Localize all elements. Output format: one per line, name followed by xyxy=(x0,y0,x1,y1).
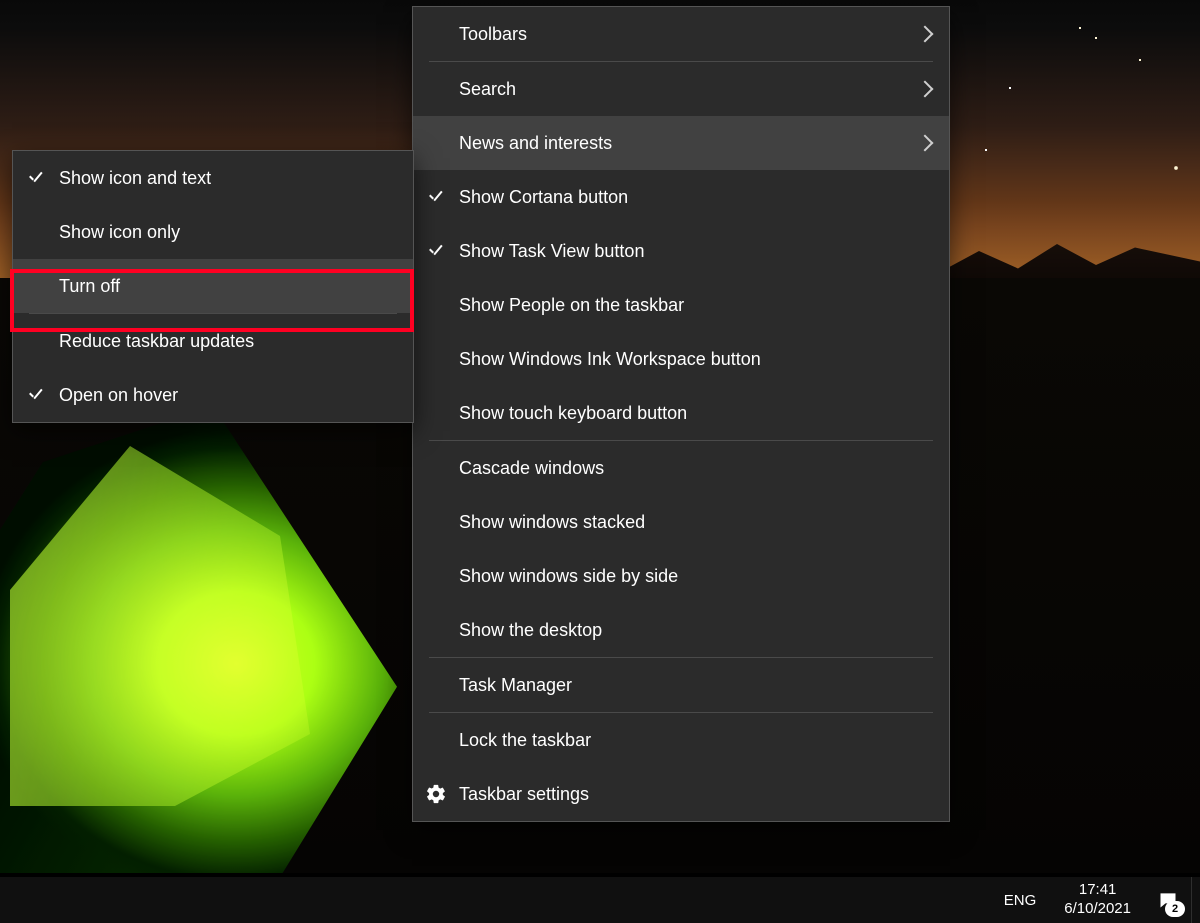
menu-item-label: Search xyxy=(459,79,516,100)
menu-item-toolbars[interactable]: Toolbars xyxy=(413,7,949,61)
submenu-item-turn-off[interactable]: Turn off xyxy=(13,259,413,313)
submenu-item-show-icon-only[interactable]: Show icon only xyxy=(13,205,413,259)
chevron-right-icon xyxy=(917,135,934,152)
menu-item-label: Show windows side by side xyxy=(459,566,678,587)
menu-item-label: Show Task View button xyxy=(459,241,644,262)
menu-item-label: Reduce taskbar updates xyxy=(59,331,254,352)
language-label: ENG xyxy=(1004,892,1037,909)
menu-item-show-ink-workspace[interactable]: Show Windows Ink Workspace button xyxy=(413,332,949,386)
gear-icon xyxy=(425,783,447,805)
clock-date: 6/10/2021 xyxy=(1064,900,1131,919)
menu-item-show-touch-keyboard[interactable]: Show touch keyboard button xyxy=(413,386,949,440)
menu-item-label: Show icon and text xyxy=(59,168,211,189)
menu-item-label: News and interests xyxy=(459,133,612,154)
menu-item-label: Cascade windows xyxy=(459,458,604,479)
menu-item-show-task-view-button[interactable]: Show Task View button xyxy=(413,224,949,278)
menu-item-lock-the-taskbar[interactable]: Lock the taskbar xyxy=(413,713,949,767)
check-icon xyxy=(27,386,45,404)
show-desktop-button[interactable] xyxy=(1191,877,1200,923)
menu-item-label: Show Cortana button xyxy=(459,187,628,208)
check-icon xyxy=(427,242,445,260)
menu-item-show-cortana-button[interactable]: Show Cortana button xyxy=(413,170,949,224)
wallpaper-tent xyxy=(0,406,412,874)
chevron-right-icon xyxy=(917,81,934,98)
desktop: Toolbars Search News and interests Show … xyxy=(0,0,1200,923)
check-icon xyxy=(427,188,445,206)
menu-item-cascade-windows[interactable]: Cascade windows xyxy=(413,441,949,495)
check-icon xyxy=(27,169,45,187)
menu-item-show-the-desktop[interactable]: Show the desktop xyxy=(413,603,949,657)
menu-item-label: Toolbars xyxy=(459,24,527,45)
language-indicator[interactable]: ENG xyxy=(990,877,1051,923)
notification-badge: 2 xyxy=(1165,901,1185,917)
menu-item-news-and-interests[interactable]: News and interests xyxy=(413,116,949,170)
menu-item-label: Turn off xyxy=(59,276,120,297)
menu-item-label: Show windows stacked xyxy=(459,512,645,533)
menu-item-show-windows-side-by-side[interactable]: Show windows side by side xyxy=(413,549,949,603)
menu-item-show-windows-stacked[interactable]: Show windows stacked xyxy=(413,495,949,549)
taskbar-context-menu: Toolbars Search News and interests Show … xyxy=(412,6,950,822)
menu-item-label: Show People on the taskbar xyxy=(459,295,684,316)
menu-item-label: Task Manager xyxy=(459,675,572,696)
submenu-item-open-on-hover[interactable]: Open on hover xyxy=(13,368,413,422)
menu-item-label: Taskbar settings xyxy=(459,784,589,805)
menu-item-label: Show the desktop xyxy=(459,620,602,641)
menu-item-taskbar-settings[interactable]: Taskbar settings xyxy=(413,767,949,821)
menu-item-label: Show icon only xyxy=(59,222,180,243)
menu-item-show-people[interactable]: Show People on the taskbar xyxy=(413,278,949,332)
menu-item-search[interactable]: Search xyxy=(413,62,949,116)
menu-item-label: Show Windows Ink Workspace button xyxy=(459,349,761,370)
submenu-item-reduce-taskbar-updates[interactable]: Reduce taskbar updates xyxy=(13,314,413,368)
clock-time: 17:41 xyxy=(1064,881,1131,900)
menu-item-label: Open on hover xyxy=(59,385,178,406)
menu-item-task-manager[interactable]: Task Manager xyxy=(413,658,949,712)
chevron-right-icon xyxy=(917,26,934,43)
taskbar[interactable]: ENG 17:41 6/10/2021 2 xyxy=(0,877,1200,923)
submenu-item-show-icon-and-text[interactable]: Show icon and text xyxy=(13,151,413,205)
system-clock[interactable]: 17:41 6/10/2021 xyxy=(1050,877,1145,923)
menu-item-label: Show touch keyboard button xyxy=(459,403,687,424)
news-and-interests-submenu: Show icon and text Show icon only Turn o… xyxy=(12,150,414,423)
menu-item-label: Lock the taskbar xyxy=(459,730,591,751)
action-center-button[interactable]: 2 xyxy=(1145,877,1191,923)
